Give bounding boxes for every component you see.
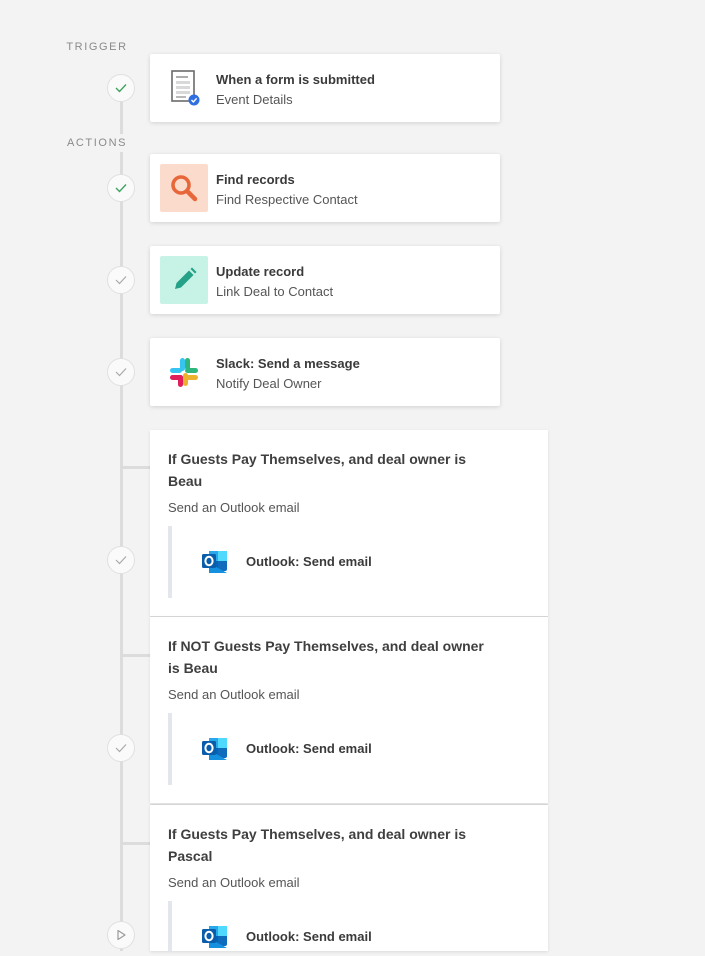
slack-icon <box>160 348 208 396</box>
path-step[interactable]: Outlook: Send email <box>168 526 532 598</box>
outlook-icon <box>200 546 230 576</box>
check-icon <box>115 276 127 285</box>
path-subtitle: Send an Outlook email <box>168 500 300 515</box>
action-card-find-records[interactable]: Find records Find Respective Contact <box>150 154 500 222</box>
step-status-node[interactable] <box>107 74 135 102</box>
check-icon <box>115 84 127 93</box>
path-title: If Guests Pay Themselves, and deal owner… <box>168 826 467 864</box>
path-subtitle: Send an Outlook email <box>168 687 300 702</box>
action-title: Update record <box>216 264 305 279</box>
action-subtitle: Find Respective Contact <box>216 192 358 207</box>
form-document-icon <box>160 64 208 112</box>
path-subtitle: Send an Outlook email <box>168 875 300 890</box>
trigger-section-label: TRIGGER <box>66 41 128 53</box>
check-icon <box>115 184 127 193</box>
action-subtitle: Notify Deal Owner <box>216 376 322 391</box>
actions-section-label: ACTIONS <box>66 137 128 149</box>
trigger-title: When a form is submitted <box>216 72 375 87</box>
path-step-title: Outlook: Send email <box>246 554 372 569</box>
step-status-node[interactable] <box>107 358 135 386</box>
path-step[interactable]: Outlook: Send email <box>168 901 532 951</box>
outlook-icon <box>200 733 230 763</box>
step-status-node[interactable] <box>107 266 135 294</box>
check-icon <box>115 368 127 377</box>
trigger-card[interactable]: When a form is submitted Event Details <box>150 54 500 122</box>
step-status-node[interactable] <box>107 546 135 574</box>
trigger-subtitle: Event Details <box>216 92 293 107</box>
action-card-slack[interactable]: Slack: Send a message Notify Deal Owner <box>150 338 500 406</box>
step-status-node[interactable] <box>107 174 135 202</box>
search-icon <box>160 164 208 212</box>
step-status-node[interactable] <box>107 921 135 949</box>
flow-connector-line <box>120 100 123 134</box>
path-card[interactable]: If Guests Pay Themselves, and deal owner… <box>150 430 548 616</box>
action-title: Slack: Send a message <box>216 356 360 371</box>
action-card-update-record[interactable]: Update record Link Deal to Contact <box>150 246 500 314</box>
play-icon <box>117 929 126 941</box>
action-subtitle: Link Deal to Contact <box>216 284 334 299</box>
path-step[interactable]: Outlook: Send email <box>168 713 532 785</box>
path-title: If NOT Guests Pay Themselves, and deal o… <box>168 638 484 676</box>
pencil-icon <box>160 256 208 304</box>
action-title: Find records <box>216 172 295 187</box>
step-status-node[interactable] <box>107 734 135 762</box>
check-icon <box>115 744 127 753</box>
path-connector <box>121 654 151 657</box>
path-connector <box>121 842 151 845</box>
path-card[interactable]: If Guests Pay Themselves, and deal owner… <box>150 805 548 951</box>
check-icon <box>115 556 127 565</box>
path-connector <box>121 466 151 469</box>
path-card[interactable]: If NOT Guests Pay Themselves, and deal o… <box>150 617 548 803</box>
path-step-title: Outlook: Send email <box>246 741 372 756</box>
path-step-title: Outlook: Send email <box>246 929 372 944</box>
outlook-icon <box>200 921 230 951</box>
path-title: If Guests Pay Themselves, and deal owner… <box>168 451 467 489</box>
